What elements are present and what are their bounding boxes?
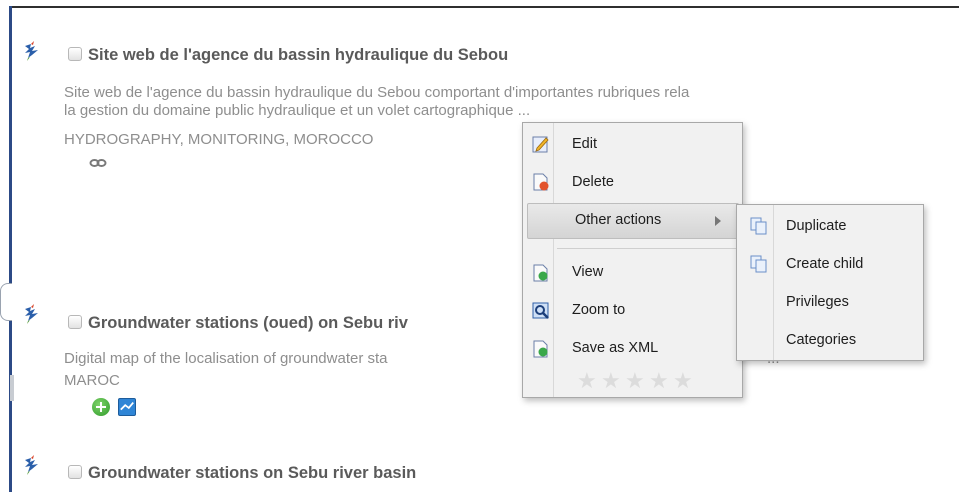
panel-left-rule <box>9 6 12 492</box>
result-checkbox[interactable] <box>68 465 82 479</box>
result-checkbox[interactable] <box>68 315 82 329</box>
link-icon[interactable] <box>89 158 107 168</box>
menu-item-duplicate[interactable]: Duplicate <box>737 215 923 239</box>
star-icon[interactable]: ★ <box>601 369 621 394</box>
panel-resize-handle[interactable] <box>0 283 12 321</box>
result-abstract-cont: la gestion du domaine public hydraulique… <box>64 102 531 119</box>
bird-logo-icon <box>25 41 38 61</box>
star-icon[interactable]: ★ <box>625 369 645 394</box>
delete-icon <box>533 173 549 191</box>
menu-item-create-child[interactable]: Create child <box>737 253 923 277</box>
xml-icon <box>533 340 548 358</box>
result-title[interactable]: Groundwater stations (oued) on Sebu riv <box>88 314 408 333</box>
result-checkbox[interactable] <box>68 47 82 61</box>
submenu-arrow-icon <box>715 216 721 226</box>
create-child-icon <box>750 255 767 273</box>
panel-scroll-marker <box>10 375 14 401</box>
star-icon[interactable]: ★ <box>577 369 597 394</box>
context-menu: Edit Delete Other actions View Zoom to S… <box>522 122 743 398</box>
edit-icon <box>532 136 549 153</box>
menu-separator <box>557 248 739 249</box>
menu-item-edit[interactable]: Edit <box>523 133 742 157</box>
result-abstract: Digital map of the localisation of groun… <box>64 350 388 367</box>
result-item: Site web de l'agence du bassin hydrauliq… <box>22 36 952 186</box>
menu-item-delete[interactable]: Delete <box>523 171 742 195</box>
menu-item-zoom-to[interactable]: Zoom to <box>523 299 742 323</box>
menu-item-other-actions[interactable]: Other actions <box>523 209 742 233</box>
bird-logo-icon <box>25 304 38 324</box>
duplicate-icon <box>750 217 767 235</box>
result-item: Groundwater stations (oued) on Sebu riv … <box>22 301 542 421</box>
map-icon[interactable] <box>118 398 136 416</box>
add-icon[interactable] <box>92 398 110 416</box>
menu-item-view[interactable]: View <box>523 261 742 285</box>
result-item: Groundwater stations on Sebu river basin <box>22 452 952 492</box>
result-abstract: Site web de l'agence du bassin hydrauliq… <box>64 84 690 101</box>
menu-item-save-as-xml[interactable]: Save as XML <box>523 337 742 361</box>
other-actions-submenu: Duplicate Create child Privileges Catego… <box>736 204 924 361</box>
view-icon <box>533 264 548 282</box>
bird-logo-icon <box>25 455 38 475</box>
result-title[interactable]: Site web de l'agence du bassin hydrauliq… <box>88 46 508 65</box>
result-keywords: MAROC <box>64 372 120 389</box>
menu-item-categories[interactable]: Categories <box>737 329 923 353</box>
menu-item-privileges[interactable]: Privileges <box>737 291 923 315</box>
star-icon[interactable]: ★ <box>673 369 693 394</box>
result-keywords: HYDROGRAPHY, MONITORING, MOROCCO <box>64 131 374 148</box>
panel-top-border <box>9 6 959 8</box>
result-title[interactable]: Groundwater stations on Sebu river basin <box>88 464 416 483</box>
zoom-icon <box>532 302 549 319</box>
star-icon[interactable]: ★ <box>649 369 669 394</box>
rating-stars[interactable]: ★ ★ ★ ★ ★ <box>577 369 702 394</box>
